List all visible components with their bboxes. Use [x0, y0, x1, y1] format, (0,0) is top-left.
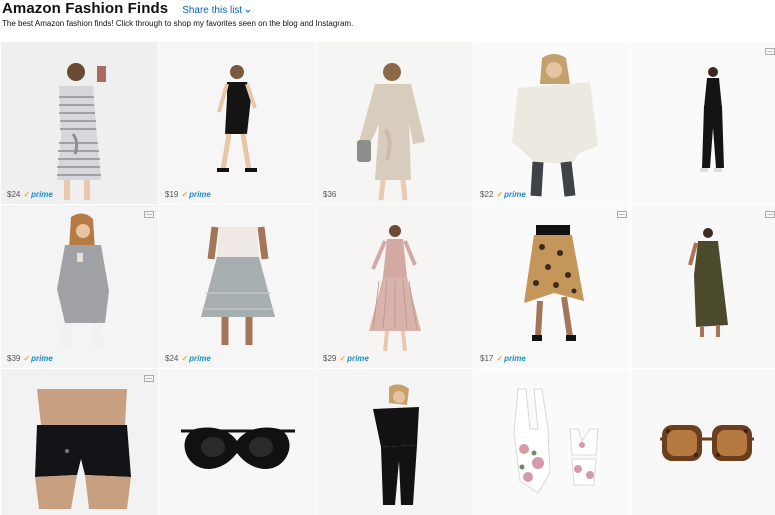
price: $19: [165, 190, 179, 199]
product-card[interactable]: $36: [317, 42, 473, 204]
prime-check-icon: ✓: [339, 354, 347, 363]
product-image: [474, 205, 631, 368]
product-image: [632, 205, 775, 368]
product-card[interactable]: $22 ✓ prime: [474, 42, 631, 204]
product-image: [317, 369, 473, 515]
product-card[interactable]: [474, 369, 631, 515]
price-row: $36: [323, 190, 339, 199]
prime-badge: ✓ prime: [339, 354, 369, 363]
price: $17: [480, 354, 494, 363]
comment-icon[interactable]: [765, 211, 775, 219]
price-row: $24 ✓ prime: [165, 354, 211, 363]
prime-badge: ✓ prime: [23, 354, 53, 363]
product-image: [1, 205, 158, 368]
prime-badge: ✓ prime: [496, 190, 526, 199]
product-grid: $24 ✓ prime $19 ✓ prime $36 $22 ✓ prime …: [1, 42, 775, 515]
product-card[interactable]: $24 ✓ prime: [159, 205, 316, 368]
product-image: [474, 42, 631, 204]
product-card[interactable]: [632, 42, 775, 204]
price: $24: [7, 190, 21, 199]
product-image: [317, 205, 473, 368]
price-row: $39 ✓ prime: [7, 354, 53, 363]
product-card[interactable]: $19 ✓ prime: [159, 42, 316, 204]
prime-check-icon: ✓: [23, 190, 31, 199]
product-image: [1, 42, 158, 204]
prime-check-icon: ✓: [181, 354, 189, 363]
product-card[interactable]: [159, 369, 316, 515]
share-label: Share this list: [182, 5, 243, 16]
price: $22: [480, 190, 494, 199]
product-card[interactable]: $29 ✓ prime: [317, 205, 473, 368]
product-image: [159, 369, 316, 515]
product-image: [632, 42, 775, 204]
chevron-down-icon: [245, 9, 251, 13]
price: $29: [323, 354, 337, 363]
list-header: Amazon Fashion Finds Share this list: [2, 0, 251, 18]
price-row: $24 ✓ prime: [7, 190, 53, 199]
prime-badge: ✓ prime: [23, 190, 53, 199]
prime-check-icon: ✓: [181, 190, 189, 199]
price-row: $19 ✓ prime: [165, 190, 211, 199]
product-card[interactable]: $24 ✓ prime: [1, 42, 158, 204]
price-row: $22 ✓ prime: [480, 190, 526, 199]
prime-badge: ✓ prime: [496, 354, 526, 363]
prime-badge: ✓ prime: [181, 190, 211, 199]
product-card[interactable]: $39 ✓ prime: [1, 205, 158, 368]
price-row: $29 ✓ prime: [323, 354, 369, 363]
prime-badge: ✓ prime: [181, 354, 211, 363]
prime-check-icon: ✓: [496, 190, 504, 199]
product-image: [159, 42, 316, 204]
comment-icon[interactable]: [144, 375, 154, 383]
product-card[interactable]: [632, 205, 775, 368]
page-title: Amazon Fashion Finds: [2, 0, 169, 17]
comment-icon[interactable]: [144, 211, 154, 219]
price-row: $17 ✓ prime: [480, 354, 526, 363]
product-card[interactable]: [632, 369, 775, 515]
comment-icon[interactable]: [765, 48, 775, 56]
comment-icon[interactable]: [617, 211, 627, 219]
prime-check-icon: ✓: [23, 354, 31, 363]
product-card[interactable]: [1, 369, 158, 515]
product-image: [317, 42, 473, 204]
price: $24: [165, 354, 179, 363]
share-list-button[interactable]: Share this list: [182, 5, 251, 16]
price: $39: [7, 354, 21, 363]
product-image: [1, 369, 158, 515]
list-description: The best Amazon fashion finds! Click thr…: [2, 19, 354, 28]
product-image: [632, 369, 775, 515]
price: $36: [323, 190, 337, 199]
product-card[interactable]: [317, 369, 473, 515]
product-image: [474, 369, 631, 515]
product-card[interactable]: $17 ✓ prime: [474, 205, 631, 368]
prime-check-icon: ✓: [496, 354, 504, 363]
product-image: [159, 205, 316, 368]
